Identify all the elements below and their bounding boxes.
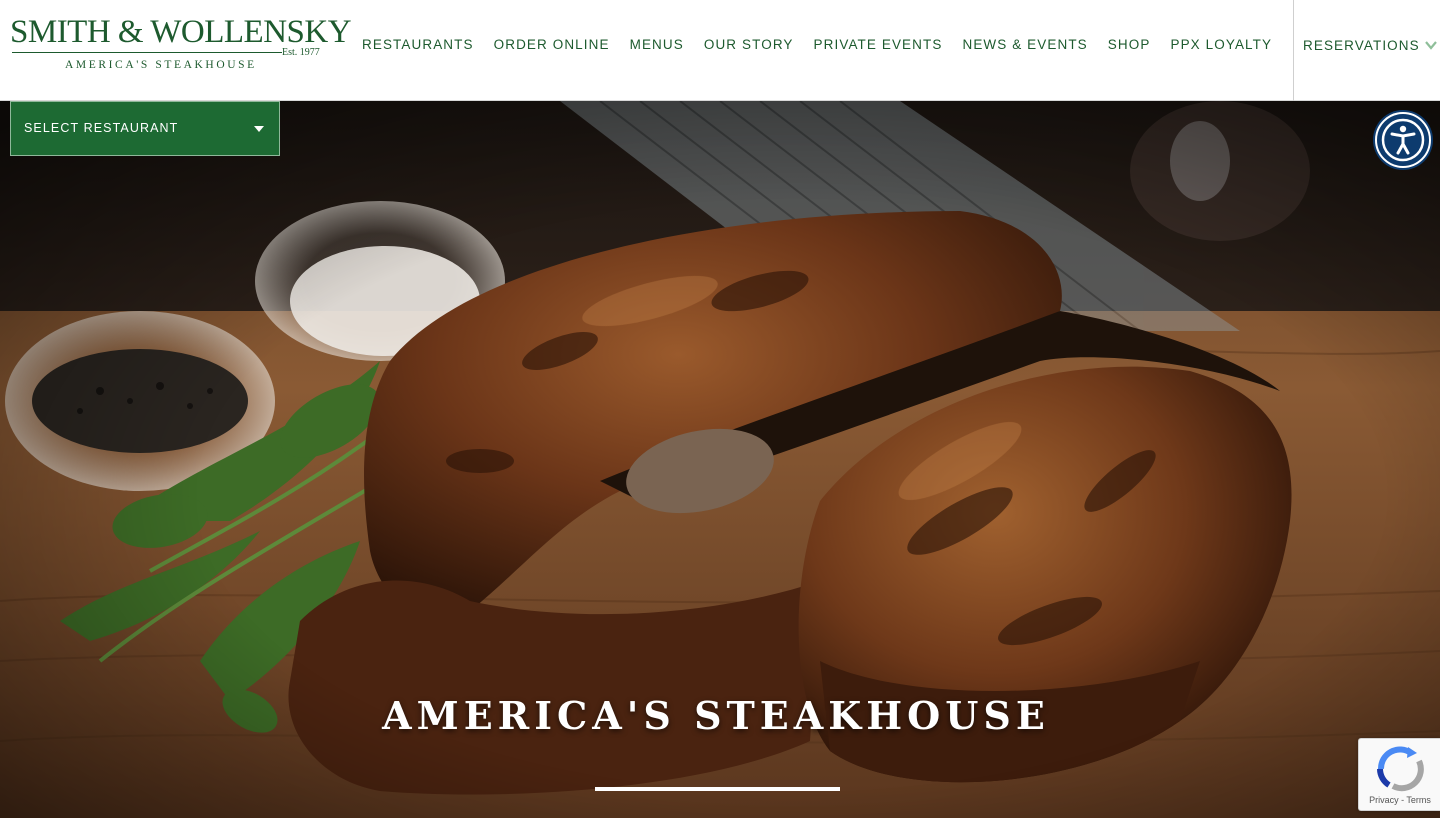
caret-down-icon — [254, 126, 264, 132]
nav-menus[interactable]: MENUS — [620, 35, 694, 55]
nav-divider — [1293, 0, 1294, 101]
recaptcha-text[interactable]: Privacy - Terms — [1359, 795, 1440, 805]
hero-title: AMERICA'S STEAKHOUSE — [382, 693, 1050, 738]
nav-shop[interactable]: SHOP — [1098, 35, 1161, 55]
site-header: SMITH & WOLLENSKY Est. 1977 AMERICA'S ST… — [0, 0, 1440, 101]
nav-ppx-loyalty[interactable]: PPX LOYALTY — [1160, 35, 1282, 55]
logo-tagline: AMERICA'S STEAKHOUSE — [65, 59, 257, 71]
logo-name: SMITH & WOLLENSKY — [10, 14, 352, 50]
nav-reservations[interactable]: RESERVATIONS — [1303, 35, 1438, 55]
accessibility-button[interactable] — [1375, 112, 1431, 168]
main-nav: RESTAURANTS ORDER ONLINE MENUS OUR STORY… — [352, 35, 1282, 55]
nav-our-story[interactable]: OUR STORY — [694, 35, 804, 55]
select-restaurant-dropdown[interactable]: SELECT RESTAURANT — [10, 101, 280, 156]
nav-restaurants[interactable]: RESTAURANTS — [352, 35, 484, 55]
nav-news-events[interactable]: NEWS & EVENTS — [952, 35, 1097, 55]
nav-reservations-label: RESERVATIONS — [1303, 37, 1420, 53]
logo-established: Est. 1977 — [282, 47, 320, 58]
select-restaurant-label: SELECT RESTAURANT — [24, 121, 179, 135]
recaptcha-badge[interactable]: Privacy - Terms — [1358, 738, 1440, 811]
hero-title-underline — [595, 787, 840, 791]
logo-rule — [12, 52, 282, 53]
nav-private-events[interactable]: PRIVATE EVENTS — [804, 35, 953, 55]
brand-logo[interactable]: SMITH & WOLLENSKY Est. 1977 AMERICA'S ST… — [10, 14, 352, 76]
nav-order-online[interactable]: ORDER ONLINE — [484, 35, 620, 55]
recaptcha-icon — [1377, 746, 1424, 792]
accessibility-icon — [1381, 118, 1425, 162]
chevron-down-icon — [1424, 38, 1438, 52]
